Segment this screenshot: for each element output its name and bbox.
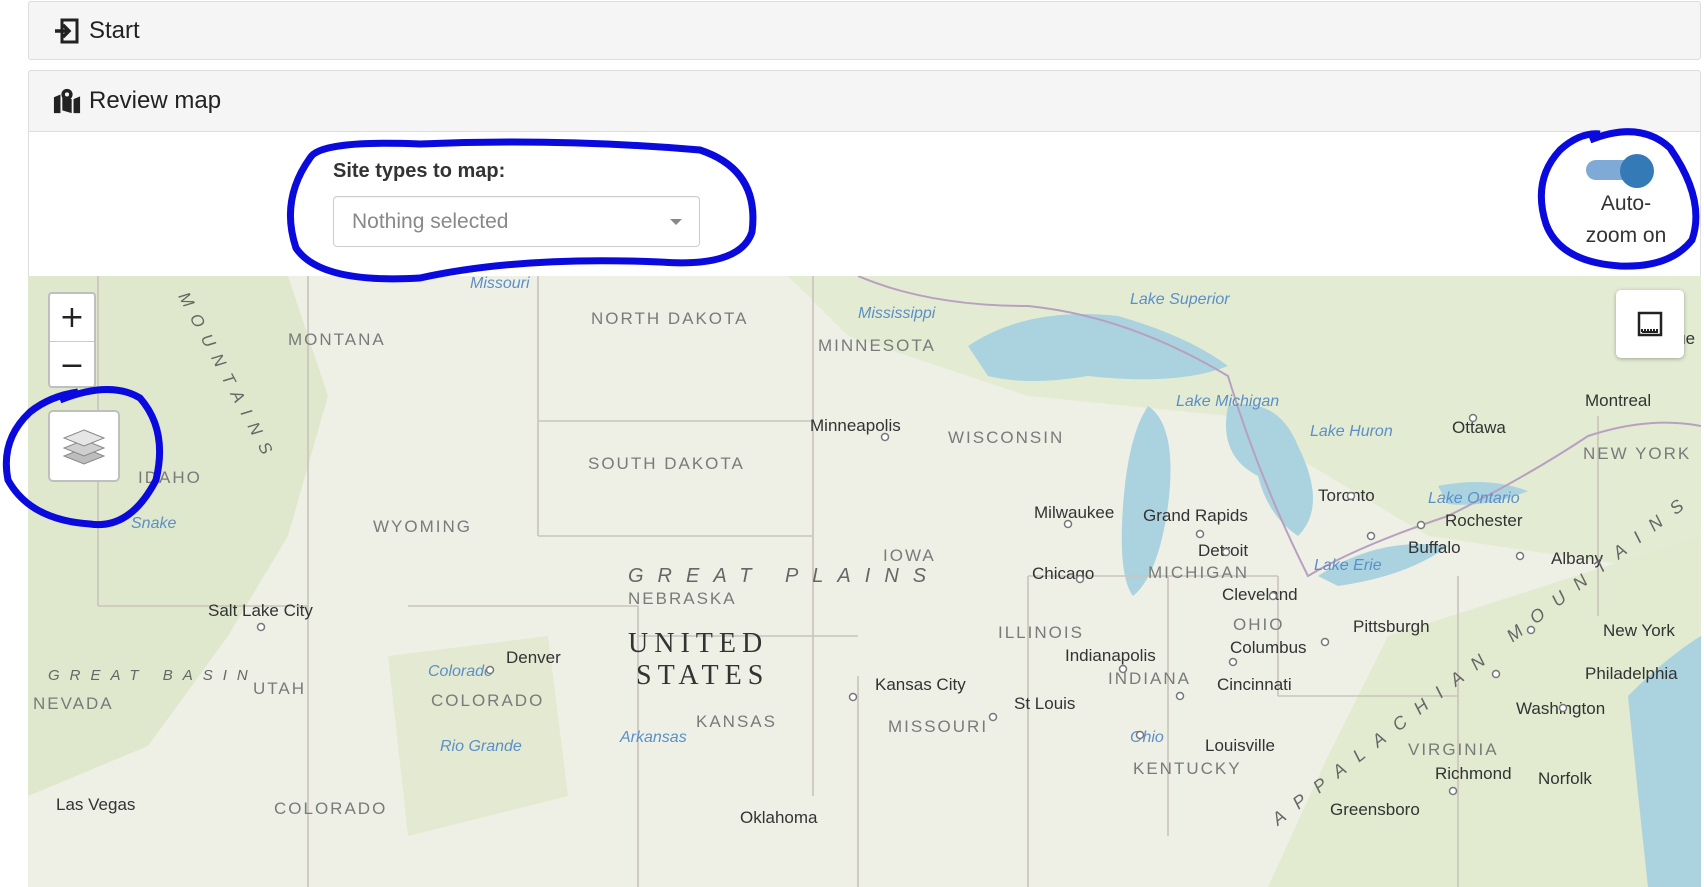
map-label-state: OHIO (1233, 615, 1284, 634)
map-label-country: STATES (636, 660, 769, 691)
chevron-down-icon (670, 219, 682, 225)
zoom-out-button[interactable]: − (50, 342, 94, 389)
map-label-state: MONTANA (288, 330, 386, 349)
map-label-state: SOUTH DAKOTA (588, 454, 745, 473)
map-label-city: Philadelphia (1585, 664, 1678, 683)
map-label-water: Rio Grande (440, 738, 522, 755)
map-label-state: VIRGINIA (1408, 740, 1499, 759)
map-label-city: Toronto (1318, 486, 1375, 505)
map-label-state: NORTH DAKOTA (591, 309, 749, 328)
start-panel-title: Start (89, 16, 140, 44)
autozoom-label-line2: zoom on (1585, 224, 1667, 247)
basemap-tiles: MONTANA NORTH DAKOTA MINNESOTA SOUTH DAK… (28, 276, 1701, 887)
map-label-city: Pittsburgh (1353, 617, 1430, 636)
map-label-city: Grand Rapids (1143, 506, 1248, 525)
map-label-water: Lake Ontario (1428, 490, 1520, 507)
map-label-water: Snake (131, 515, 176, 532)
map-label-city: Indianapolis (1065, 646, 1156, 665)
autozoom-label-line1: Auto- (1600, 192, 1652, 215)
map-label-state: KANSAS (696, 712, 777, 731)
map-label-state: MISSOURI (888, 717, 988, 736)
map-label-region: GREAT PLAINS (628, 565, 940, 587)
zoom-control: + − (48, 292, 96, 388)
fullscreen-button[interactable] (1616, 290, 1684, 358)
map-label-city: Minneapolis (810, 416, 901, 435)
map-label-state: NEW YORK (1583, 444, 1691, 463)
map-label-city: Rochester (1445, 511, 1523, 530)
map-label-city: Ottawa (1452, 418, 1506, 437)
map-label-city: St Louis (1014, 694, 1075, 713)
start-panel-header[interactable]: Start (28, 1, 1701, 60)
map-label-state: WYOMING (373, 517, 472, 536)
map-label-state: MICHIGAN (1148, 563, 1249, 582)
map-view[interactable]: MONTANA NORTH DAKOTA MINNESOTA SOUTH DAK… (28, 276, 1701, 887)
map-label-city: Louisville (1205, 736, 1275, 755)
map-label-city: Buffalo (1408, 538, 1461, 557)
autozoom-label: Auto- zoom on (1570, 188, 1682, 252)
map-label-state: NEVADA (33, 694, 114, 713)
map-label-country: UNITED (628, 628, 768, 659)
map-label-water: Lake Superior (1130, 291, 1230, 308)
map-label-water: Arkansas (619, 729, 687, 746)
zoom-in-button[interactable]: + (50, 294, 94, 342)
site-types-select-value: Nothing selected (352, 209, 509, 233)
map-label-region: GREAT BASIN (48, 667, 258, 684)
map-label-city: Oklahoma (740, 808, 818, 827)
site-types-label: Site types to map: (333, 160, 506, 182)
map-label-city: Columbus (1230, 638, 1307, 657)
site-types-select[interactable]: Nothing selected (333, 196, 700, 247)
map-label-state: IDAHO (138, 468, 202, 487)
map-label-city: Montreal (1585, 391, 1651, 410)
map-label-state: WISCONSIN (948, 428, 1064, 447)
map-label-city: Cincinnati (1217, 675, 1292, 694)
map-label-state: MINNESOTA (818, 336, 936, 355)
map-label-city: New York (1603, 621, 1675, 640)
layers-button[interactable] (48, 410, 120, 482)
map-label-water: Missouri (470, 276, 530, 292)
map-label-city: Richmond (1435, 764, 1512, 783)
map-label-city: Greensboro (1330, 800, 1420, 819)
toggle-knob (1620, 154, 1654, 188)
map-label-city: Salt Lake City (208, 601, 313, 620)
map-label-state: IOWA (883, 546, 936, 565)
map-label-state: NEBRASKA (628, 589, 737, 608)
review-map-panel-title: Review map (89, 87, 222, 114)
map-label-city: Milwaukee (1034, 503, 1114, 522)
map-label-city: Cleveland (1222, 585, 1298, 604)
map-label-state: COLORADO (431, 691, 544, 710)
sign-in-icon (53, 17, 81, 45)
map-label-state: UTAH (253, 679, 306, 698)
map-label-state: KENTUCKY (1133, 759, 1242, 778)
map-label-water: Ohio (1130, 729, 1164, 746)
map-label-state: COLORADO (274, 799, 387, 818)
map-label-water: Lake Huron (1310, 423, 1393, 440)
fullscreen-icon (1637, 311, 1663, 337)
map-label-water: Mississippi (858, 305, 936, 322)
map-label-city: Norfolk (1538, 769, 1592, 788)
map-label-city: Las Vegas (56, 795, 135, 814)
map-label-city: Kansas City (875, 675, 966, 694)
map-label-city: Chicago (1032, 564, 1094, 583)
autozoom-toggle[interactable] (1582, 154, 1654, 188)
map-label-city: Denver (506, 648, 561, 667)
layers-icon (62, 429, 106, 465)
map-label-water: Lake Erie (1314, 557, 1382, 574)
map-label-water: Colorado (428, 663, 493, 680)
map-label-state: ILLINOIS (998, 623, 1084, 642)
review-map-panel-header[interactable]: Review map (28, 70, 1701, 132)
map-marked-icon (53, 87, 81, 115)
map-label-water: Lake Michigan (1176, 393, 1279, 410)
